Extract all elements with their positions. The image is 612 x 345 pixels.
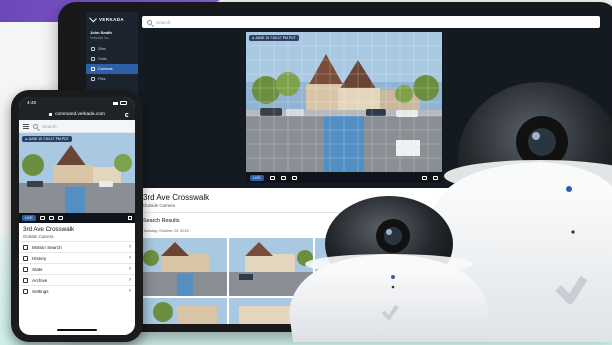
live-button[interactable]: LIVE (22, 215, 36, 221)
sidebar-item-files[interactable]: Files (86, 74, 138, 84)
home-indicator (57, 329, 97, 331)
sidebar-item-label: Grids (98, 57, 107, 61)
sidebar-item-label: Files (98, 77, 106, 81)
sidebar-item-label: Cameras (98, 67, 113, 71)
timestamp-badge: ● JUNE 19 7:54:17 PM PDT (22, 136, 72, 142)
camera-feed[interactable]: ● JUNE 19 7:54:17 PM PDT (246, 32, 442, 172)
menu-icon[interactable] (23, 123, 29, 129)
chevron-right-icon: › (129, 277, 131, 283)
live-button[interactable]: LIVE (250, 174, 264, 181)
sidebar-item-grids[interactable]: Grids (86, 54, 138, 64)
camera-menu: Motion Search › History › Stats › Archiv… (19, 241, 135, 296)
menu-item-history[interactable]: History › (19, 252, 135, 263)
reload-icon[interactable] (125, 112, 129, 117)
street-scene (246, 32, 442, 172)
folder-icon (91, 77, 95, 81)
share-icon[interactable] (280, 175, 286, 180)
page-title: 3rd Ave Crosswalk (143, 193, 210, 202)
menu-item-stats[interactable]: Stats › (19, 263, 135, 274)
phone-screen: 4:40 command.verkada.com Search ● JUNE 1… (19, 97, 135, 335)
video-controls: LIVE (246, 172, 442, 183)
user-name[interactable]: John Smith (86, 25, 138, 35)
lock-icon (49, 113, 53, 116)
status-time: 4:40 (27, 100, 37, 106)
camera-subtitle: Outside Camera (143, 203, 175, 208)
snapshot-icon[interactable] (269, 175, 275, 180)
zoom-icon[interactable] (291, 175, 297, 180)
battery-icon (120, 101, 127, 105)
page-title: 3rd Ave Crosswalk (23, 226, 75, 233)
street-scene (19, 133, 135, 213)
search-icon (23, 244, 28, 250)
sidebar-item-label: Sites (98, 47, 106, 51)
search-icon (147, 19, 152, 25)
camera-icon (91, 67, 95, 71)
sidebar-item-cameras[interactable]: Cameras (86, 64, 138, 74)
user-org: Verkada Inc. (90, 36, 110, 40)
signal-icon (113, 101, 118, 105)
camera-subtitle: Outside Camera (23, 234, 54, 239)
timestamp-badge: ● JUNE 19 7:54:17 PM PDT (249, 35, 299, 41)
archive-icon (23, 277, 28, 283)
stats-icon (23, 266, 28, 272)
dome-camera-small (285, 192, 493, 342)
menu-item-motion-search[interactable]: Motion Search › (19, 241, 135, 252)
menu-item-archive[interactable]: Archive › (19, 274, 135, 285)
search-bar[interactable]: Search (19, 120, 135, 133)
history-icon (23, 255, 28, 261)
chevron-right-icon: › (129, 255, 131, 261)
verkada-logo-icon (89, 14, 97, 23)
status-bar: 4:40 (19, 97, 135, 109)
url-text: command.verkada.com (55, 112, 105, 117)
chevron-right-icon: › (129, 288, 131, 294)
result-thumbnail[interactable] (143, 238, 227, 296)
phone-device: 4:40 command.verkada.com Search ● JUNE 1… (11, 90, 143, 342)
fullscreen-icon[interactable] (128, 216, 132, 220)
cc-icon[interactable] (422, 175, 427, 180)
video-controls: LIVE (19, 213, 135, 223)
address-bar[interactable]: command.verkada.com (19, 109, 135, 120)
search-placeholder: Search (156, 19, 171, 25)
logo-text: VERKADA (99, 17, 125, 22)
camera-feed[interactable]: ● JUNE 19 7:54:17 PM PDT (19, 133, 135, 213)
chevron-right-icon: › (129, 266, 131, 272)
search-icon (33, 123, 38, 129)
result-thumbnail[interactable] (143, 298, 227, 324)
snapshot-icon[interactable] (39, 216, 45, 220)
search-placeholder: Search (42, 123, 57, 129)
verkada-logo[interactable]: VERKADA (86, 12, 138, 25)
chevron-right-icon: › (129, 244, 131, 250)
menu-item-settings[interactable]: Settings › (19, 285, 135, 296)
search-results-heading: Search Results (143, 218, 180, 224)
zoom-icon[interactable] (57, 216, 63, 220)
share-icon[interactable] (48, 216, 54, 220)
sidebar-item-sites[interactable]: Sites (86, 44, 138, 54)
grid-icon (91, 57, 95, 61)
gear-icon (23, 288, 28, 294)
sites-icon (91, 47, 95, 51)
results-date: Tuesday, October 23, 2018 (143, 229, 189, 233)
search-input[interactable]: Search (142, 16, 600, 28)
